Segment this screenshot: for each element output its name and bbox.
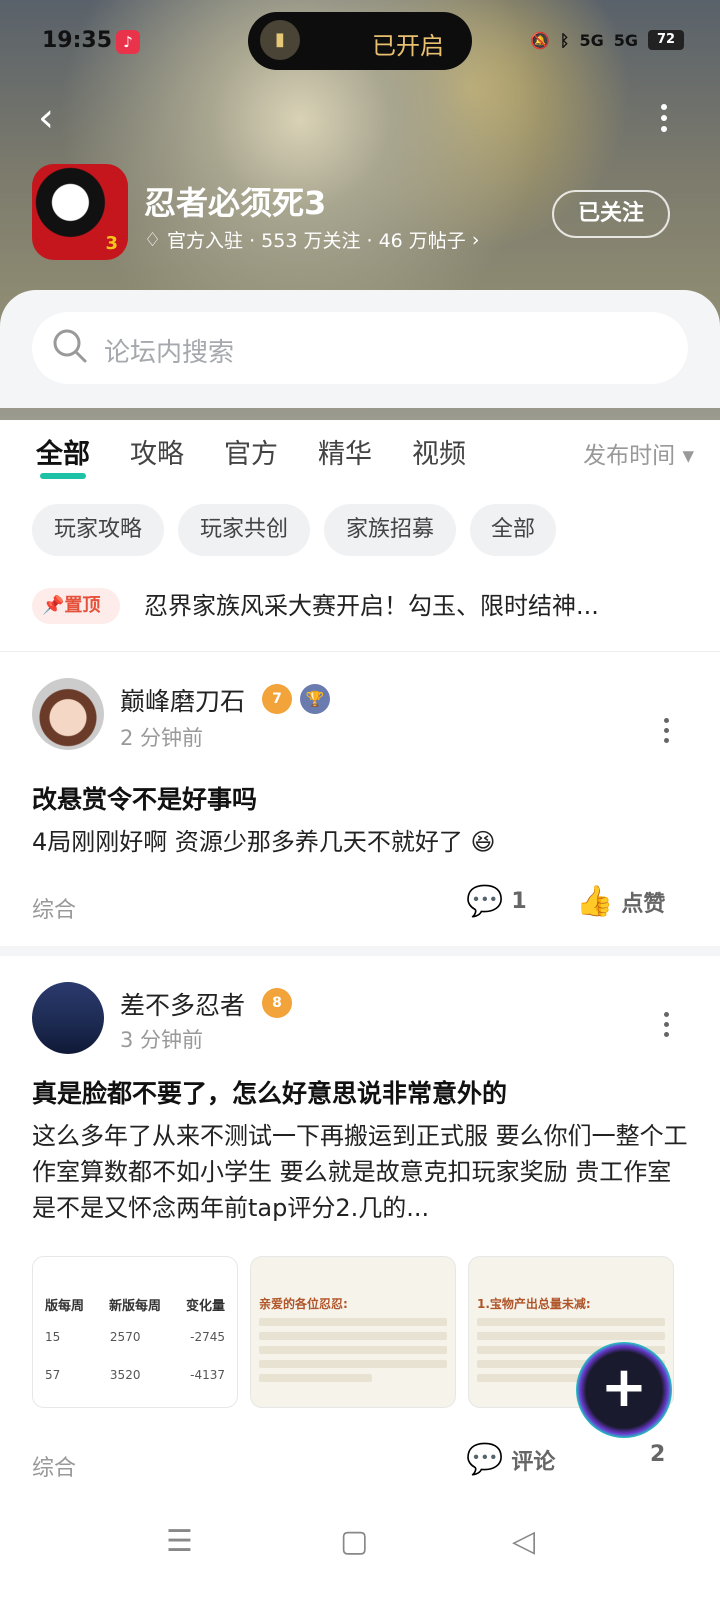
tab-featured[interactable]: 精华 bbox=[318, 432, 372, 471]
thumb-cell: 3520 bbox=[109, 1368, 141, 1382]
level-badge: 8 bbox=[262, 988, 292, 1018]
game-meta[interactable]: ♢ 官方入驻 · 553 万关注 · 46 万帖子 › bbox=[144, 226, 479, 253]
signal-icon: 5G bbox=[579, 30, 604, 50]
back-icon[interactable]: ‹ bbox=[38, 98, 68, 140]
comment-count: 1 bbox=[511, 889, 527, 914]
create-post-button[interactable]: + bbox=[576, 1342, 672, 1438]
back-nav-icon[interactable]: ◁ bbox=[512, 1524, 535, 1559]
sort-dropdown[interactable]: 发布时间 ▾ bbox=[583, 436, 694, 470]
comment-icon: 💬 bbox=[466, 884, 504, 919]
thumb-cell: 57 bbox=[45, 1368, 61, 1382]
app-icon-badge: 3 bbox=[105, 233, 118, 254]
post-time: 3 分钟前 bbox=[120, 1028, 204, 1052]
status-bar: 19:35 ♪ ▮ 已开启 🔕 ᛒ 5G 5G 72 bbox=[0, 0, 720, 84]
pinned-title: 忍界家族风采大赛开启！勾玉、限时结神... bbox=[144, 592, 599, 620]
caret-down-icon: ▾ bbox=[682, 443, 694, 469]
post-body: 这么多年了从来不测试一下再搬运到正式服 要么你们一整个工作室算数都不如小学生 要… bbox=[32, 1122, 688, 1222]
search-input[interactable]: 论坛内搜索 bbox=[32, 312, 688, 384]
post-title: 改悬赏令不是好事吗 bbox=[32, 785, 258, 814]
post-more-icon[interactable] bbox=[660, 718, 672, 748]
tab-guide[interactable]: 攻略 bbox=[130, 432, 184, 471]
game-name: 忍者必须死3 bbox=[144, 184, 327, 222]
game-app-icon[interactable]: 3 bbox=[32, 164, 128, 260]
like-label: 点赞 bbox=[621, 891, 666, 917]
level-badge: 7 bbox=[262, 684, 292, 714]
thumb-cell: -2745 bbox=[190, 1330, 225, 1344]
diamond-icon: ♢ bbox=[144, 228, 162, 251]
follow-button[interactable]: 已关注 bbox=[552, 190, 670, 238]
thumb-cell: -4137 bbox=[190, 1368, 225, 1382]
more-icon[interactable] bbox=[658, 104, 670, 134]
post-time: 2 分钟前 bbox=[120, 726, 204, 750]
thumb-heading: 亲爱的各位忍忍: bbox=[259, 1297, 348, 1311]
home-icon[interactable]: ▢ bbox=[340, 1524, 368, 1559]
chip-all[interactable]: 全部 bbox=[470, 504, 556, 556]
chevron-right-icon: › bbox=[471, 228, 480, 251]
pinned-post[interactable]: 📌置顶 忍界家族风采大赛开启！勾玉、限时结神... bbox=[0, 572, 720, 652]
forum-page: 19:35 ♪ ▮ 已开启 🔕 ᛒ 5G 5G 72 ‹ 3 忍者必须死3 ♢ … bbox=[0, 0, 720, 1608]
pinned-badge-label: 置顶 bbox=[64, 595, 101, 616]
post-username[interactable]: 差不多忍者 bbox=[120, 986, 245, 1022]
thumb-table-row: 57 3520 -4137 bbox=[45, 1368, 225, 1382]
thumb-header-cell: 新版每周 bbox=[108, 1299, 161, 1314]
comment-icon: 💬 bbox=[466, 1442, 504, 1477]
image-thumb-1[interactable]: 版每周 新版每周 变化量 15 2570 -2745 57 3520 -4137 bbox=[32, 1256, 238, 1408]
post-body: 4局刚刚好啊 资源少那多养几天不就好了 😆 bbox=[32, 828, 496, 856]
pin-icon: 📌 bbox=[42, 595, 65, 616]
like-button[interactable]: 👍 点赞 bbox=[576, 884, 665, 919]
post-more-icon[interactable] bbox=[660, 1012, 672, 1042]
mute-icon: 🔕 bbox=[529, 30, 550, 50]
thumbs-up-icon: 👍 bbox=[576, 884, 614, 919]
post-tag[interactable]: 综合 bbox=[32, 1450, 76, 1482]
search-area: 论坛内搜索 bbox=[0, 290, 720, 408]
thumb-cell: 15 bbox=[45, 1330, 61, 1344]
dynamic-island[interactable]: ▮ 已开启 bbox=[248, 12, 472, 70]
tab-bar: 全部 攻略 官方 精华 视频 发布时间 ▾ bbox=[0, 408, 720, 494]
tab-video[interactable]: 视频 bbox=[412, 432, 466, 471]
menu-icon[interactable]: ☰ bbox=[166, 1524, 193, 1559]
battery-icon: 72 bbox=[648, 30, 684, 50]
chip-family-recruit[interactable]: 家族招募 bbox=[324, 504, 456, 556]
bluetooth-icon: ᛒ bbox=[559, 30, 570, 50]
signal-icon-2: 5G bbox=[613, 30, 638, 50]
search-placeholder: 论坛内搜索 bbox=[104, 338, 235, 368]
thumb-cell: 2570 bbox=[109, 1330, 141, 1344]
image-thumb-2[interactable]: 亲爱的各位忍忍: bbox=[250, 1256, 456, 1408]
pinned-badge: 📌置顶 bbox=[32, 588, 120, 624]
status-time: 19:35 bbox=[42, 28, 113, 53]
chip-player-create[interactable]: 玩家共创 bbox=[178, 504, 310, 556]
avatar[interactable] bbox=[32, 982, 104, 1054]
chip-row: 玩家攻略 玩家共创 家族招募 全部 bbox=[0, 494, 720, 572]
thumb-table-header: 版每周 新版每周 变化量 bbox=[45, 1295, 225, 1314]
trophy-icon: 🏆 bbox=[300, 684, 330, 714]
tab-official[interactable]: 官方 bbox=[224, 432, 278, 471]
post-tag[interactable]: 综合 bbox=[32, 892, 76, 924]
post-card[interactable]: 巅峰磨刀石 7 🏆 2 分钟前 改悬赏令不是好事吗 4局刚刚好啊 资源少那多养几… bbox=[0, 652, 720, 956]
flashlight-status: 已开启 bbox=[372, 32, 444, 60]
post-username[interactable]: 巅峰磨刀石 bbox=[120, 682, 245, 718]
thumb-header-cell: 变化量 bbox=[185, 1299, 225, 1314]
game-meta-text: 官方入驻 · 553 万关注 · 46 万帖子 bbox=[167, 230, 466, 252]
tab-all[interactable]: 全部 bbox=[36, 432, 90, 479]
comment-button[interactable]: 💬 1 bbox=[466, 884, 527, 919]
flashlight-icon: ▮ bbox=[260, 20, 300, 60]
comment-button[interactable]: 💬 评论 bbox=[466, 1442, 555, 1477]
like-count: 2 bbox=[650, 1442, 666, 1467]
thumb-table-row: 15 2570 -2745 bbox=[45, 1330, 225, 1344]
post-title: 真是脸都不要了，怎么好意思说非常意外的 bbox=[32, 1079, 508, 1108]
avatar[interactable] bbox=[32, 678, 104, 750]
status-icons: 🔕 ᛒ 5G 5G 72 bbox=[530, 30, 684, 50]
thumb-heading: 1.宝物产出总量未减: bbox=[477, 1297, 591, 1311]
chip-player-guide[interactable]: 玩家攻略 bbox=[32, 504, 164, 556]
thumb-header-cell: 版每周 bbox=[45, 1299, 85, 1314]
sort-label: 发布时间 bbox=[583, 443, 676, 469]
music-app-icon: ♪ bbox=[116, 30, 140, 54]
comment-label: 评论 bbox=[511, 1449, 556, 1475]
search-icon bbox=[53, 329, 87, 363]
system-nav-bar: ☰ ▢ ◁ bbox=[0, 1480, 720, 1608]
